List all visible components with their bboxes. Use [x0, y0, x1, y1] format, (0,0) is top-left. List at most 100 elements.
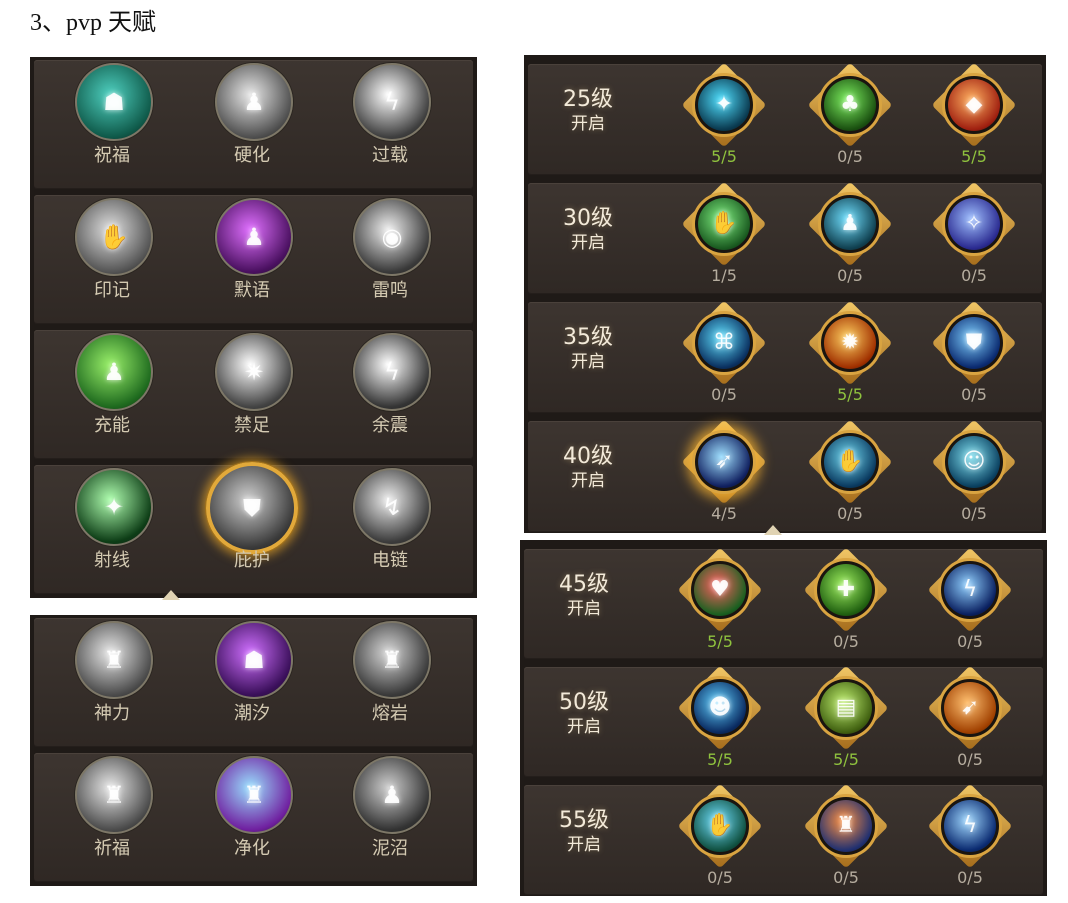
skill-slot[interactable]: ♜ 神力	[72, 617, 153, 748]
skill-slot[interactable]: ☗ 潮汐	[212, 617, 293, 748]
talent-slot[interactable]: ✋ 0/5	[677, 783, 763, 887]
skill-icon[interactable]: ✋	[75, 198, 153, 276]
talent-slot[interactable]: ♜ 0/5	[803, 783, 889, 887]
skill-slot[interactable]: ♜ 净化	[212, 752, 293, 883]
skill-label: 雷鸣	[372, 280, 408, 301]
skill-icon[interactable]: ◉	[353, 198, 431, 276]
talent-slot[interactable]: ⛊ 0/5	[931, 300, 1017, 404]
talent-slot[interactable]: ✹ 5/5	[807, 300, 893, 404]
skill-label: 祝福	[94, 145, 130, 166]
level-value: 25级	[563, 87, 613, 112]
skill-icon[interactable]: ♜	[75, 756, 153, 834]
page-heading: 3、pvp 天赋	[30, 10, 156, 36]
talent-points: 0/5	[833, 868, 859, 887]
talent-slot[interactable]: ▤ 5/5	[803, 665, 889, 769]
skill-slot[interactable]: ϟ 过载	[350, 59, 431, 190]
talent-slot[interactable]: ϟ 0/5	[927, 547, 1013, 651]
talent-icon[interactable]: ϟ	[944, 800, 996, 852]
talent-slot[interactable]: ♣ 0/5	[807, 62, 893, 166]
skill-icon[interactable]: ♜	[353, 621, 431, 699]
talent-slot[interactable]: ☻ 5/5	[677, 665, 763, 769]
talent-slot[interactable]: ➹ 0/5	[927, 665, 1013, 769]
skill-slot[interactable]: ϟ 余震	[350, 329, 431, 460]
talent-points: 0/5	[961, 266, 987, 285]
skill-icon[interactable]: ♜	[75, 621, 153, 699]
talent-icon[interactable]: ➹	[944, 682, 996, 734]
skill-icon[interactable]: ♜	[215, 756, 293, 834]
talent-slot[interactable]: ✋ 1/5	[681, 181, 767, 285]
skill-slot[interactable]: ⛊ 庇护	[206, 462, 298, 595]
skill-slot[interactable]: ♟ 默语	[212, 194, 293, 325]
level-requirement: 45级 开启	[544, 572, 624, 620]
talent-points: 0/5	[837, 266, 863, 285]
talent-icon[interactable]: ☺	[948, 436, 1000, 488]
talent-icon[interactable]: ✧	[948, 198, 1000, 250]
skill-icon[interactable]: ⛊	[206, 462, 298, 554]
skill-icon[interactable]: ♟	[215, 198, 293, 276]
talent-slot[interactable]: ♥ 5/5	[677, 547, 763, 651]
skill-slot[interactable]: ✋ 印记	[72, 194, 153, 325]
talent-icon[interactable]: ✦	[698, 79, 750, 131]
skill-slot[interactable]: ◉ 雷鸣	[350, 194, 431, 325]
skill-slot[interactable]: ↯ 电链	[350, 464, 431, 595]
skill-slot[interactable]: ♜ 祈福	[72, 752, 153, 883]
skill-slot[interactable]: ✦ 射线	[72, 464, 153, 595]
talent-icon[interactable]: ◆	[948, 79, 1000, 131]
talent-icon[interactable]: ✹	[824, 317, 876, 369]
skill-slot[interactable]: ♟ 硬化	[212, 59, 293, 190]
skill-icon[interactable]: ↯	[353, 468, 431, 546]
talent-icon[interactable]: ✋	[824, 436, 876, 488]
skill-label: 过载	[372, 145, 408, 166]
talent-icon[interactable]: ✚	[820, 564, 872, 616]
talent-icon[interactable]: ✋	[698, 198, 750, 250]
skill-slot[interactable]: ♜ 熔岩	[350, 617, 431, 748]
level-value: 45级	[559, 572, 609, 597]
talent-icon[interactable]: ▤	[820, 682, 872, 734]
talent-icon[interactable]: ♟	[824, 198, 876, 250]
talent-points: 0/5	[961, 385, 987, 404]
skill-slot[interactable]: ☗ 祝福	[72, 59, 153, 190]
talent-points: 5/5	[707, 632, 733, 651]
skill-icon[interactable]: ☗	[215, 621, 293, 699]
skill-label: 泥沼	[372, 838, 408, 859]
talent-slot[interactable]: ➶ 4/5	[681, 419, 767, 523]
talent-points: 1/5	[711, 266, 737, 285]
talent-points: 5/5	[837, 385, 863, 404]
talent-slot[interactable]: ✦ 5/5	[681, 62, 767, 166]
talent-slot[interactable]: ✧ 0/5	[931, 181, 1017, 285]
skill-icon[interactable]: ♟	[75, 333, 153, 411]
skill-icon[interactable]: ✦	[75, 468, 153, 546]
level-value: 30级	[563, 206, 613, 231]
skill-label: 净化	[234, 838, 270, 859]
skill-icon[interactable]: ☗	[75, 63, 153, 141]
skill-slot[interactable]: ♟ 泥沼	[350, 752, 431, 883]
skill-slot[interactable]: ♟ 充能	[72, 329, 153, 460]
skill-icon[interactable]: ✷	[215, 333, 293, 411]
talent-slot[interactable]: ✚ 0/5	[803, 547, 889, 651]
talent-slot[interactable]: ϟ 0/5	[927, 783, 1013, 887]
talent-icon[interactable]: ♜	[820, 800, 872, 852]
talent-icon[interactable]: ⛊	[948, 317, 1000, 369]
skill-icon[interactable]: ϟ	[353, 333, 431, 411]
talent-points: 0/5	[707, 868, 733, 887]
talent-points: 0/5	[833, 632, 859, 651]
talent-icon[interactable]: ☻	[694, 682, 746, 734]
talent-icon[interactable]: ϟ	[944, 564, 996, 616]
skill-icon[interactable]: ϟ	[353, 63, 431, 141]
talent-slot[interactable]: ◆ 5/5	[931, 62, 1017, 166]
talent-points: 0/5	[957, 632, 983, 651]
talent-slot[interactable]: ✋ 0/5	[807, 419, 893, 523]
unlock-label: 开启	[571, 114, 605, 134]
skill-label: 默语	[234, 280, 270, 301]
skill-icon[interactable]: ♟	[353, 756, 431, 834]
talent-icon[interactable]: ⌘	[698, 317, 750, 369]
skill-icon[interactable]: ♟	[215, 63, 293, 141]
talent-icon[interactable]: ♣	[824, 79, 876, 131]
talent-icon[interactable]: ✋	[694, 800, 746, 852]
talent-slot[interactable]: ☺ 0/5	[931, 419, 1017, 523]
talent-slot[interactable]: ⌘ 0/5	[681, 300, 767, 404]
skill-slot[interactable]: ✷ 禁足	[212, 329, 293, 460]
talent-icon[interactable]: ➶	[698, 436, 750, 488]
talent-slot[interactable]: ♟ 0/5	[807, 181, 893, 285]
talent-icon[interactable]: ♥	[694, 564, 746, 616]
